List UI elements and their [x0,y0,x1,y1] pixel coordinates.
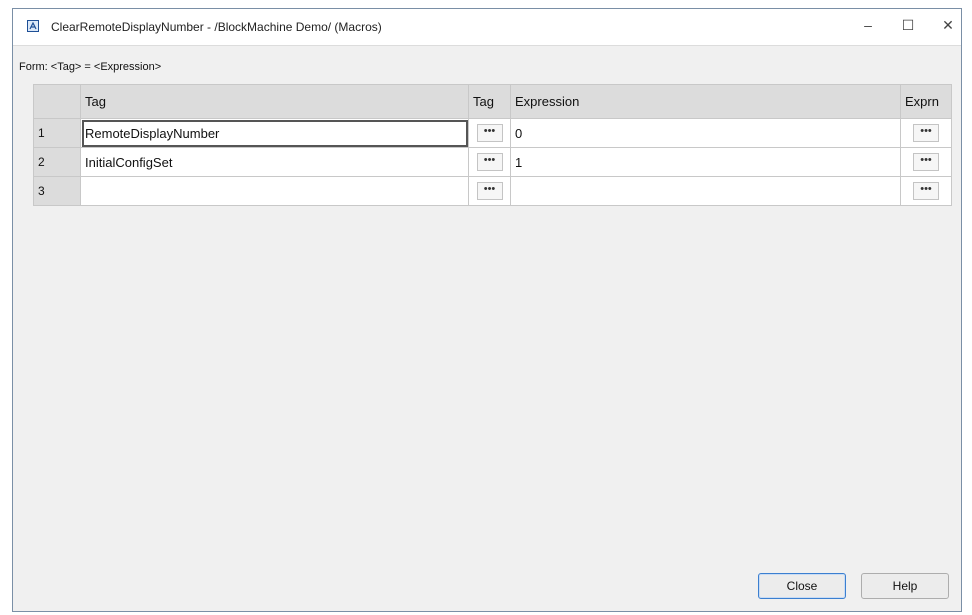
close-button[interactable]: Close [758,573,846,599]
expression-browse-button[interactable]: ••• [913,182,939,200]
tag-cell[interactable] [80,176,469,206]
title-bar[interactable]: ClearRemoteDisplayNumber - /BlockMachine… [13,9,961,46]
row-number[interactable]: 2 [33,147,81,177]
row-number[interactable]: 3 [33,176,81,206]
tag-cell[interactable]: RemoteDisplayNumber [80,118,469,148]
tag-button-column-header[interactable]: Tag [468,84,511,119]
tag-column-header[interactable]: Tag [80,84,469,119]
help-button[interactable]: Help [861,573,949,599]
close-icon[interactable]: ✕ [933,13,963,37]
expression-browse-button[interactable]: ••• [913,124,939,142]
row-number-header [33,84,81,119]
grid-header-row: Tag Tag Expression Exprn [33,84,952,119]
tag-browse-button[interactable]: ••• [476,153,503,171]
expression-button-column-header[interactable]: Exprn [900,84,952,119]
tag-cell[interactable]: InitialConfigSet [80,147,469,177]
maximize-icon[interactable]: ☐ [893,13,923,37]
expression-cell[interactable] [510,176,901,206]
macro-grid: Tag Tag Expression Exprn 1 RemoteDisplay… [33,84,952,206]
app-icon [27,20,39,32]
window-title: ClearRemoteDisplayNumber - /BlockMachine… [51,20,382,34]
expression-cell[interactable]: 1 [510,147,901,177]
table-row: 1 RemoteDisplayNumber ••• 0 ••• [33,118,952,148]
minimize-icon[interactable]: – [853,13,883,37]
macro-editor-window: ClearRemoteDisplayNumber - /BlockMachine… [12,8,962,612]
expression-browse-button[interactable]: ••• [913,153,939,171]
expression-column-header[interactable]: Expression [510,84,901,119]
expression-cell[interactable]: 0 [510,118,901,148]
table-row: 2 InitialConfigSet ••• 1 ••• [33,147,952,177]
tag-browse-button[interactable]: ••• [476,182,503,200]
table-row: 3 ••• ••• [33,176,952,206]
form-label: Form: <Tag> = <Expression> [19,61,162,73]
row-number[interactable]: 1 [33,118,81,148]
tag-browse-button[interactable]: ••• [476,124,503,142]
